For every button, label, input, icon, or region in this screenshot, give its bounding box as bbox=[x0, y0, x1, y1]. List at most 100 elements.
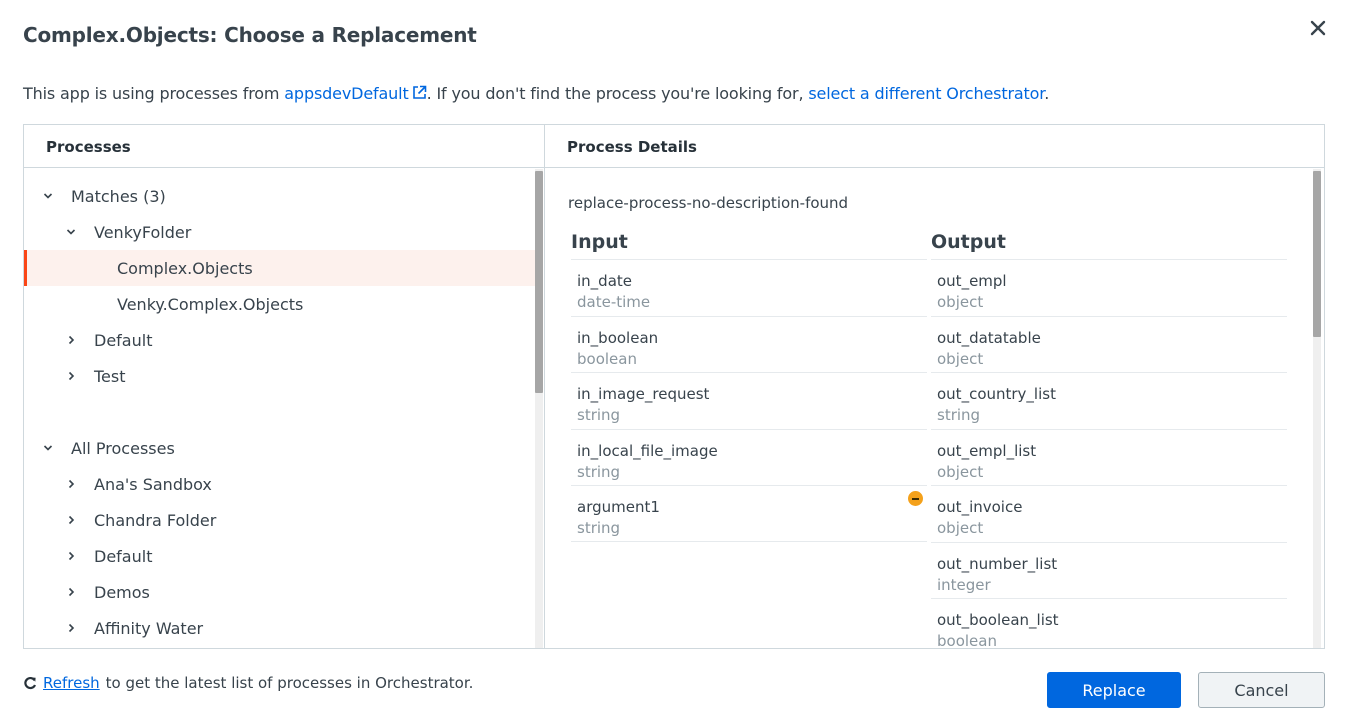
argument-type: string bbox=[577, 462, 621, 481]
tree-item[interactable]: Default bbox=[24, 538, 535, 574]
input-argument: in_booleanboolean bbox=[571, 315, 927, 373]
argument-name: out_empl_list bbox=[937, 441, 1037, 460]
tree-item-label: Complex.Objects bbox=[117, 258, 253, 278]
tree-item[interactable]: Chandra Folder bbox=[24, 502, 535, 538]
tree-item[interactable]: All Processes bbox=[24, 430, 535, 466]
tree-item-selected[interactable]: Complex.Objects bbox=[24, 250, 535, 286]
output-argument: out_emplobject bbox=[931, 259, 1287, 316]
input-argument: in_date date-time bbox=[571, 259, 927, 316]
output-argument: out_boolean_list boolean bbox=[931, 598, 1287, 648]
chevron-right-icon[interactable] bbox=[64, 333, 78, 347]
argument-name: out_country_list bbox=[937, 385, 1056, 403]
refresh-hint: Refresh to get the latest list of proces… bbox=[23, 674, 473, 692]
processes-header: Processes bbox=[24, 125, 544, 168]
argument-type: object bbox=[937, 519, 984, 537]
argument-name: in_local_file_image bbox=[577, 441, 718, 460]
tree-item-label: Default bbox=[94, 546, 153, 566]
argument-type: boolean bbox=[937, 632, 997, 648]
processes-scrollbar[interactable] bbox=[535, 169, 543, 648]
input-argument: in_local_file_imagestring bbox=[571, 428, 927, 486]
tree-item[interactable]: Matches (3) bbox=[24, 178, 535, 214]
processes-column: Processes Matches (3) VenkyFolder Complex.… bbox=[24, 125, 545, 648]
chevron-right-icon[interactable] bbox=[64, 369, 78, 383]
process-description: replace-process-no-description-found bbox=[568, 194, 849, 212]
close-button[interactable] bbox=[1306, 16, 1330, 40]
argument-name: in_image_request bbox=[577, 385, 710, 403]
refresh-link[interactable]: Refresh bbox=[43, 674, 100, 692]
selection-panel: Processes Matches (3) VenkyFolder Complex.… bbox=[23, 124, 1325, 649]
tree-item[interactable]: Test bbox=[24, 358, 535, 394]
tree-item-label: Venky.Complex.Objects bbox=[117, 294, 304, 314]
output-argument: out_empl_listobject bbox=[931, 428, 1287, 486]
chevron-right-icon[interactable] bbox=[64, 477, 78, 491]
tree-item-label: All Processes bbox=[71, 438, 175, 458]
intro-text: This app is using processes from appsdev… bbox=[23, 84, 1049, 103]
argument-type: object bbox=[937, 462, 984, 481]
process-details-column: Process Details replace-process-no-descr… bbox=[545, 125, 1324, 648]
output-argument: out_invoiceobject bbox=[931, 485, 1287, 542]
external-link-icon bbox=[412, 85, 426, 99]
cancel-button[interactable]: Cancel bbox=[1198, 672, 1325, 708]
intro-middle: . If you don't find the process you're l… bbox=[426, 84, 809, 103]
argument-name: in_date bbox=[577, 272, 632, 290]
input-arguments-list: in_date date-time in_boolean boolean in_imag… bbox=[571, 259, 927, 542]
argument-type: string bbox=[937, 406, 981, 424]
output-arguments-list: out_empl object out_datatable object out_cou… bbox=[931, 259, 1287, 648]
details-scroll-thumb[interactable] bbox=[1313, 171, 1321, 337]
details-scrollbar[interactable] bbox=[1313, 169, 1321, 648]
tree-item[interactable]: Venky.Complex.Objects bbox=[24, 286, 535, 322]
argument-name: argument1 bbox=[577, 498, 660, 516]
refresh-text: to get the latest list of processes in O… bbox=[105, 674, 474, 692]
argument-type: integer bbox=[937, 575, 991, 594]
output-title: Output bbox=[931, 231, 1006, 253]
argument-name: out_empl bbox=[937, 272, 1007, 290]
input-title: Input bbox=[571, 231, 628, 253]
chevron-down-icon[interactable] bbox=[64, 225, 78, 239]
tree-item-label: VenkyFolder bbox=[94, 222, 192, 242]
chevron-right-icon[interactable] bbox=[64, 513, 78, 527]
chevron-right-icon[interactable] bbox=[64, 585, 78, 599]
argument-type: string bbox=[577, 519, 621, 537]
intro-suffix: . bbox=[1044, 84, 1050, 103]
argument-name: out_datatable bbox=[937, 328, 1041, 347]
chevron-right-icon[interactable] bbox=[64, 621, 78, 635]
tree-item-label: Demos bbox=[94, 582, 150, 602]
refresh-icon[interactable] bbox=[23, 676, 37, 690]
argument-type: object bbox=[937, 349, 984, 368]
tree-item-label: Default bbox=[94, 330, 153, 350]
warning-icon bbox=[908, 491, 923, 506]
argument-name: in_boolean bbox=[577, 328, 659, 347]
orchestrator-link[interactable]: appsdevDefault bbox=[284, 84, 426, 103]
argument-type: boolean bbox=[577, 349, 637, 368]
process-details-header: Process Details bbox=[545, 125, 1324, 168]
tree-item-label: Matches (3) bbox=[71, 186, 166, 206]
intro-prefix: This app is using processes from bbox=[23, 84, 285, 103]
output-argument: out_country_liststring bbox=[931, 372, 1287, 429]
tree-item[interactable]: Ana's Sandbox bbox=[24, 466, 535, 502]
tree-item[interactable]: Demos bbox=[24, 574, 535, 610]
input-argument: in_image_requeststring bbox=[571, 372, 927, 429]
output-argument: out_datatableobject bbox=[931, 315, 1287, 373]
chevron-down-icon[interactable] bbox=[41, 441, 55, 455]
tree-item[interactable]: Affinity Water bbox=[24, 610, 535, 646]
chevron-down-icon[interactable] bbox=[41, 189, 55, 203]
tree-item-label: Ana's Sandbox bbox=[94, 474, 212, 494]
processes-scroll-thumb[interactable] bbox=[535, 171, 543, 393]
output-argument: out_number_listinteger bbox=[931, 541, 1287, 599]
input-argument: argument1 string bbox=[571, 485, 927, 542]
argument-type: object bbox=[937, 293, 984, 311]
argument-name: out_number_list bbox=[937, 554, 1058, 573]
dialog-title: Complex.Objects: Choose a Replacement bbox=[23, 23, 477, 47]
argument-type: string bbox=[577, 406, 621, 424]
argument-type: date-time bbox=[577, 293, 651, 311]
tree-item[interactable]: VenkyFolder bbox=[24, 214, 535, 250]
tree-item-label: Affinity Water bbox=[94, 618, 204, 638]
select-orchestrator-link[interactable]: select a different Orchestrator bbox=[808, 84, 1044, 103]
argument-name: out_invoice bbox=[937, 498, 1023, 516]
close-icon bbox=[1310, 20, 1326, 36]
chevron-right-icon[interactable] bbox=[64, 549, 78, 563]
tree-item[interactable]: Default bbox=[24, 322, 535, 358]
tree-item-label: Chandra Folder bbox=[94, 510, 217, 530]
tree-item-label: Test bbox=[94, 366, 126, 386]
replace-button[interactable]: Replace bbox=[1047, 672, 1181, 708]
